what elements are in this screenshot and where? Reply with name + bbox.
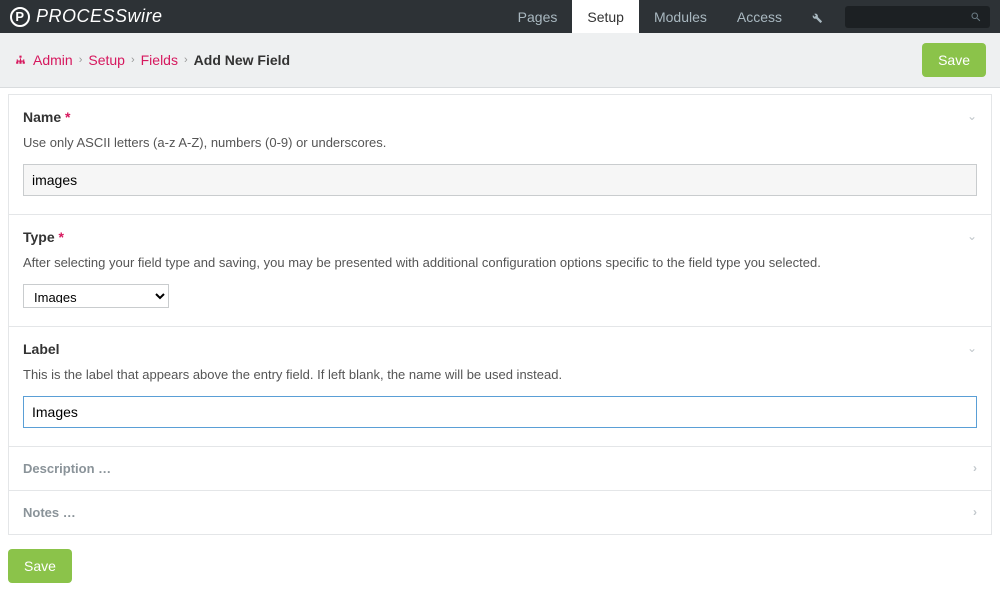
breadcrumb-bar: Admin › Setup › Fields › Add New Field S… — [0, 33, 1000, 88]
crumb-fields[interactable]: Fields — [141, 52, 178, 68]
top-nav: Pages Setup Modules Access — [503, 0, 797, 33]
sitemap-icon[interactable] — [14, 54, 27, 67]
save-button-bottom[interactable]: Save — [8, 549, 72, 583]
panel-name-help: Use only ASCII letters (a-z A-Z), number… — [23, 135, 977, 150]
type-select[interactable]: Images — [23, 284, 169, 308]
panel-notes[interactable]: Notes … › — [8, 491, 992, 535]
panel-label: Label ⌄ This is the label that appears a… — [8, 327, 992, 447]
chevron-right-icon: › — [973, 505, 977, 519]
logo-icon: P — [10, 7, 30, 27]
nav-pages[interactable]: Pages — [503, 0, 573, 33]
chevron-down-icon[interactable]: ⌄ — [967, 229, 977, 243]
nav-setup[interactable]: Setup — [572, 0, 639, 33]
panel-label-title: Label — [23, 341, 977, 357]
label-input[interactable] — [23, 396, 977, 428]
panel-label-help: This is the label that appears above the… — [23, 367, 977, 382]
panel-type-title: Type * — [23, 229, 977, 245]
nav-modules[interactable]: Modules — [639, 0, 722, 33]
search-icon — [970, 11, 982, 23]
chevron-right-icon: › — [973, 461, 977, 475]
panel-name: Name * ⌄ Use only ASCII letters (a-z A-Z… — [8, 94, 992, 215]
crumb-sep: › — [79, 54, 83, 66]
required-mark: * — [59, 229, 64, 245]
panel-type-help: After selecting your field type and savi… — [23, 255, 977, 270]
nav-access[interactable]: Access — [722, 0, 797, 33]
top-nav-bar: P PROCESSwire Pages Setup Modules Access — [0, 0, 1000, 33]
search-input[interactable] — [845, 6, 990, 28]
bottom-actions: Save — [0, 535, 1000, 597]
crumb-current: Add New Field — [194, 52, 290, 68]
name-input[interactable] — [23, 164, 977, 196]
breadcrumb: Admin › Setup › Fields › Add New Field — [14, 52, 922, 68]
crumb-admin[interactable]: Admin — [33, 52, 73, 68]
brand-logo[interactable]: P PROCESSwire — [10, 6, 503, 27]
crumb-setup[interactable]: Setup — [88, 52, 125, 68]
panel-name-title: Name * — [23, 109, 977, 125]
wrench-icon[interactable] — [797, 10, 835, 24]
panel-description-title: Description … — [23, 461, 111, 476]
panel-type: Type * ⌄ After selecting your field type… — [8, 215, 992, 327]
crumb-sep: › — [184, 54, 188, 66]
brand-name: PROCESSwire — [36, 6, 163, 27]
chevron-down-icon[interactable]: ⌄ — [967, 109, 977, 123]
required-mark: * — [65, 109, 70, 125]
panel-description[interactable]: Description … › — [8, 447, 992, 491]
panel-notes-title: Notes … — [23, 505, 76, 520]
crumb-sep: › — [131, 54, 135, 66]
chevron-down-icon[interactable]: ⌄ — [967, 341, 977, 355]
save-button-top[interactable]: Save — [922, 43, 986, 77]
